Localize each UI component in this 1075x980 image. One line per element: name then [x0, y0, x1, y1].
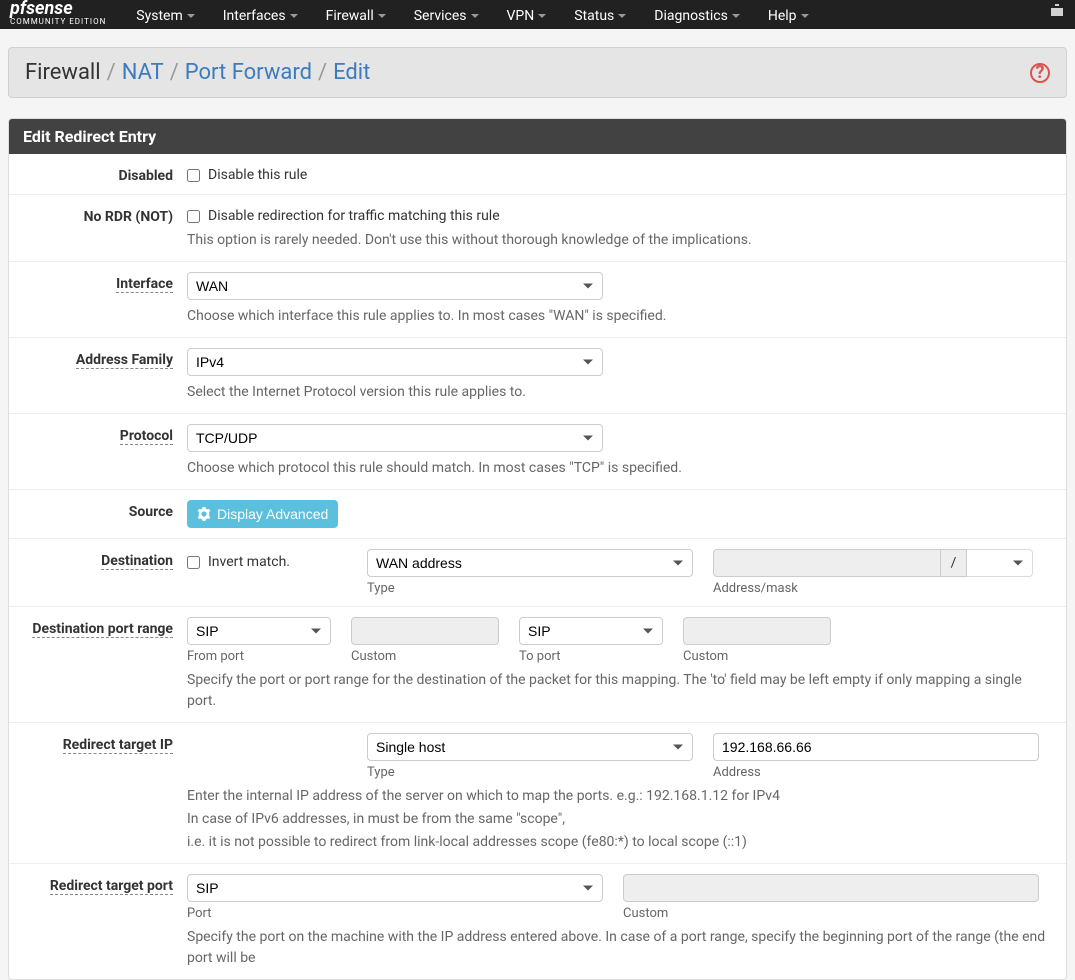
label-disabled: Disabled [118, 168, 173, 184]
redirect-port-custom-input[interactable] [623, 874, 1039, 902]
from-custom-label: Custom [351, 649, 499, 664]
disabled-text: Disable this rule [208, 167, 307, 183]
chevron-down-icon [801, 14, 809, 18]
from-port-select[interactable]: SIP [187, 617, 331, 645]
protocol-help: Choose which protocol this rule should m… [187, 458, 1052, 479]
label-protocol: Protocol [120, 428, 173, 445]
redirect-address-input[interactable] [713, 733, 1039, 761]
interface-select[interactable]: WAN [187, 272, 603, 300]
label-dest-port-range: Destination port range [32, 621, 173, 638]
nav-interfaces[interactable]: Interfaces [223, 6, 298, 24]
address-family-select[interactable]: IPv4 [187, 348, 603, 376]
help-icon[interactable]: ? [1030, 63, 1050, 83]
invert-match-checkbox[interactable] [187, 556, 200, 569]
rtp-custom-label: Custom [623, 906, 1039, 921]
dest-type-label: Type [367, 581, 693, 596]
to-port-select[interactable]: SIP [519, 617, 663, 645]
gear-icon [197, 507, 211, 521]
brand-name: pfsense [10, 0, 106, 18]
af-help: Select the Internet Protocol version thi… [187, 382, 1052, 403]
chevron-down-icon [187, 14, 195, 18]
nav-vpn[interactable]: VPN [507, 6, 547, 24]
chevron-down-icon [732, 14, 740, 18]
label-interface: Interface [116, 276, 173, 293]
logout-icon[interactable] [1049, 0, 1065, 22]
top-navbar: pfsense COMMUNITY EDITION System Interfa… [0, 0, 1075, 29]
label-redirect-target-port: Redirect target port [50, 878, 173, 895]
chevron-down-icon [471, 14, 479, 18]
from-port-label: From port [187, 649, 331, 664]
invert-match-text: Invert match. [208, 554, 290, 570]
redirect-port-select[interactable]: SIP [187, 874, 603, 902]
panel-title: Edit Redirect Entry [9, 119, 1066, 154]
disabled-checkbox[interactable] [187, 169, 200, 182]
nav-services[interactable]: Services [414, 6, 479, 24]
rti-type-label: Type [367, 765, 693, 780]
brand-edition: COMMUNITY EDITION [10, 18, 106, 26]
breadcrumb-portforward[interactable]: Port Forward [185, 60, 312, 85]
to-port-custom-input[interactable] [683, 617, 831, 645]
label-nordr: No RDR (NOT) [84, 209, 173, 225]
label-address-family: Address Family [76, 352, 173, 369]
label-source: Source [129, 504, 173, 520]
breadcrumb: Firewall / NAT / Port Forward / Edit ? [8, 47, 1067, 98]
rti-help-1: Enter the internal IP address of the ser… [187, 786, 1052, 807]
nav-status[interactable]: Status [574, 6, 626, 24]
destination-type-select[interactable]: WAN address [367, 549, 693, 577]
rtp-port-label: Port [187, 906, 603, 921]
chevron-down-icon [618, 14, 626, 18]
to-port-label: To port [519, 649, 663, 664]
nordr-help: This option is rarely needed. Don't use … [187, 230, 1052, 251]
chevron-down-icon [378, 14, 386, 18]
rti-help-2: In case of IPv6 addresses, in must be fr… [187, 809, 1052, 830]
destination-address-input[interactable] [713, 549, 941, 577]
destination-mask-select[interactable] [967, 549, 1033, 577]
from-port-custom-input[interactable] [351, 617, 499, 645]
nav-firewall[interactable]: Firewall [326, 6, 386, 24]
nordr-text: Disable redirection for traffic matching… [208, 208, 500, 224]
protocol-select[interactable]: TCP/UDP [187, 424, 603, 452]
rtp-help: Specify the port on the machine with the… [187, 927, 1052, 969]
chevron-down-icon [538, 14, 546, 18]
label-redirect-target-ip: Redirect target IP [63, 737, 173, 754]
to-custom-label: Custom [683, 649, 831, 664]
nav-diagnostics[interactable]: Diagnostics [654, 6, 740, 24]
brand-logo[interactable]: pfsense COMMUNITY EDITION [10, 0, 106, 26]
nav-system[interactable]: System [136, 6, 194, 24]
nav-help[interactable]: Help [768, 6, 809, 24]
breadcrumb-nat[interactable]: NAT [122, 60, 164, 85]
mask-separator: / [941, 549, 967, 577]
breadcrumb-edit[interactable]: Edit [333, 60, 370, 85]
rti-addr-label: Address [713, 765, 1039, 780]
edit-redirect-panel: Edit Redirect Entry Disabled Disable thi… [8, 118, 1067, 980]
display-advanced-button[interactable]: Display Advanced [187, 500, 338, 528]
label-destination: Destination [101, 553, 173, 570]
redirect-type-select[interactable]: Single host [367, 733, 693, 761]
breadcrumb-root: Firewall [25, 60, 101, 85]
interface-help: Choose which interface this rule applies… [187, 306, 1052, 327]
dest-port-help: Specify the port or port range for the d… [187, 670, 1052, 712]
rti-help-3: i.e. it is not possible to redirect from… [187, 832, 1052, 853]
dest-addr-label: Address/mask [713, 581, 1033, 596]
nordr-checkbox[interactable] [187, 210, 200, 223]
chevron-down-icon [290, 14, 298, 18]
